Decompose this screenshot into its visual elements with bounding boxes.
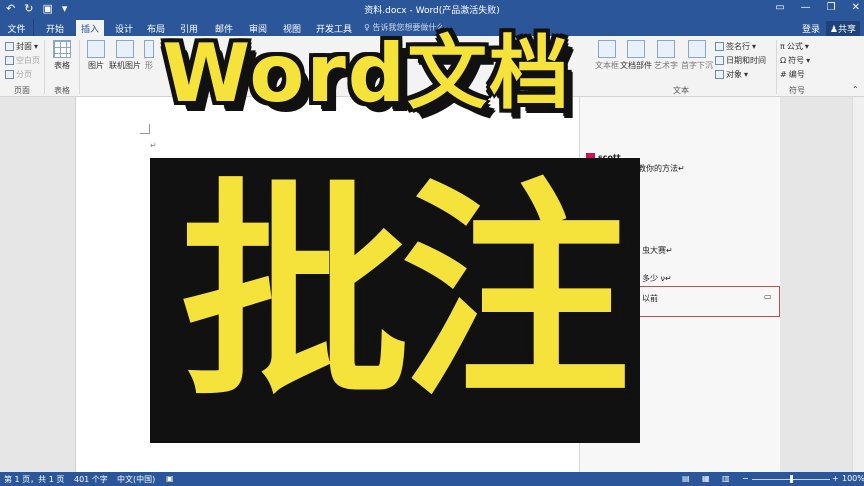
pictures-button[interactable]: 图片	[83, 40, 109, 71]
object-icon	[715, 70, 724, 79]
signature-icon	[715, 42, 724, 51]
zoom-in-icon[interactable]: +	[832, 474, 839, 483]
wordart-icon	[657, 40, 675, 58]
web-layout-icon[interactable]: ▥	[722, 474, 730, 483]
vertical-scrollbar[interactable]	[852, 97, 864, 472]
close-button[interactable]: ✕	[852, 2, 860, 13]
minimize-button[interactable]: —	[801, 2, 811, 13]
ribbon-separator	[776, 40, 777, 94]
tab-home[interactable]: 开始	[46, 22, 64, 35]
online-picture-icon	[116, 40, 134, 58]
ribbon-display-icon[interactable]: ▭	[775, 2, 784, 13]
tab-design[interactable]: 设计	[115, 22, 133, 35]
calendar-icon	[715, 56, 724, 65]
pi-icon: π	[780, 42, 785, 51]
table-button[interactable]: 表格	[49, 40, 75, 71]
object-button[interactable]: 对象 ▾	[715, 69, 748, 80]
word-count[interactable]: 401 个字	[74, 474, 108, 485]
quick-parts-button[interactable]: 文档部件	[620, 40, 652, 71]
table-group-label: 表格	[54, 86, 70, 95]
pages-group-label: 页面	[14, 86, 30, 95]
page-break-icon	[5, 70, 14, 79]
status-bar: 第 1 页，共 1 页 401 个字 中文(中国) ▣ ▤ ▦ ▥ − + 10…	[0, 472, 864, 486]
ribbon-separator	[44, 40, 45, 94]
table-icon	[53, 40, 71, 58]
overlay-title: Word文档	[162, 27, 572, 120]
margin-corner-mark	[140, 124, 150, 134]
quick-parts-icon	[627, 40, 645, 58]
shapes-button[interactable]: 形	[143, 40, 155, 71]
macro-record-icon[interactable]: ▣	[166, 474, 174, 483]
language-indicator[interactable]: 中文(中国)	[117, 474, 155, 485]
title-bar: ↶ ↻ ▣ ▾ 资料.docx - Word(产品激活失败) ▭ — ❐ ✕	[0, 0, 864, 19]
ribbon-separator	[79, 40, 80, 94]
number-button[interactable]: # 编号	[780, 69, 805, 80]
blank-page-button[interactable]: 空白页	[5, 55, 40, 66]
equation-button[interactable]: π 公式 ▾	[780, 41, 809, 52]
maximize-button[interactable]: ❐	[827, 2, 836, 13]
date-time-button[interactable]: 日期和时间	[715, 55, 766, 66]
zoom-out-icon[interactable]: −	[742, 474, 749, 483]
symbols-group-label: 符号	[789, 86, 805, 95]
cover-page-button[interactable]: 封面 ▾	[5, 41, 38, 52]
sign-in-link[interactable]: 登录	[802, 22, 820, 35]
hash-icon: #	[780, 70, 787, 79]
symbol-button[interactable]: Ω 符号 ▾	[780, 55, 810, 66]
tab-insert[interactable]: 插入	[76, 20, 105, 36]
zoom-slider-thumb[interactable]	[790, 475, 793, 483]
document-title: 资料.docx - Word(产品激活失败)	[364, 6, 500, 16]
picture-icon	[87, 40, 105, 58]
page-break-button[interactable]: 分页	[5, 69, 32, 80]
shapes-icon	[144, 40, 154, 58]
dropcap-button[interactable]: 首字下沉	[681, 40, 713, 71]
page-count[interactable]: 第 1 页，共 1 页	[4, 474, 64, 485]
dropcap-icon	[688, 40, 706, 58]
share-button[interactable]: ♟共享	[825, 21, 860, 36]
window-controls: ▭ — ❐ ✕	[775, 2, 860, 13]
person-icon: ♟	[829, 25, 838, 35]
print-layout-icon[interactable]: ▦	[702, 474, 710, 483]
online-pictures-button[interactable]: 联机图片	[109, 40, 141, 71]
omega-icon: Ω	[780, 56, 787, 65]
cover-page-icon	[5, 42, 14, 51]
collapse-ribbon-icon[interactable]: ⌃	[852, 85, 859, 94]
wordart-button[interactable]: 艺术字	[653, 40, 679, 71]
signature-line-button[interactable]: 签名行 ▾	[715, 41, 756, 52]
tab-file[interactable]: 文件	[0, 19, 34, 36]
overlay-headline: 批注	[179, 161, 630, 428]
read-mode-icon[interactable]: ▤	[682, 474, 690, 483]
reply-comment-icon[interactable]: ▭	[764, 292, 772, 301]
zoom-level[interactable]: 100%	[842, 474, 864, 483]
blank-page-icon	[5, 56, 14, 65]
text-group-label: 文本	[673, 86, 689, 95]
